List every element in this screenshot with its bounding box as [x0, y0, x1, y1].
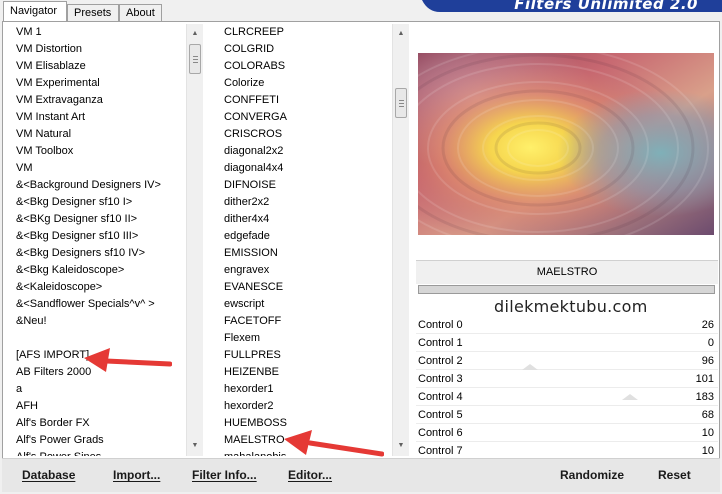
list-item[interactable]: &<Bkg Designer sf10 III>	[10, 228, 186, 245]
list-item[interactable]: VM Experimental	[10, 75, 186, 92]
list-item[interactable]: CRISCROS	[218, 126, 392, 143]
list-item[interactable]: VM Extravaganza	[10, 92, 186, 109]
randomize-button[interactable]: Randomize	[560, 465, 624, 485]
category-scrollbar[interactable]: ▲ ▼	[186, 24, 203, 456]
list-item[interactable]: EVANESCE	[218, 279, 392, 296]
list-item[interactable]: COLGRID	[218, 41, 392, 58]
reset-button[interactable]: Reset	[658, 465, 691, 485]
control-row[interactable]: Control 0 26	[416, 316, 718, 334]
scroll-down-arrow-icon[interactable]: ▼	[187, 438, 203, 454]
red-arrow-annotation	[284, 430, 384, 457]
control-slider-markers	[522, 364, 638, 400]
list-item[interactable]: AFH	[10, 398, 186, 415]
list-item[interactable]: VM Distortion	[10, 41, 186, 58]
list-item[interactable]: Colorize	[218, 75, 392, 92]
selected-filter-name: MAELSTRO	[416, 260, 718, 284]
list-item[interactable]: &<Bkg Designers sf10 IV>	[10, 245, 186, 262]
red-arrow-annotation	[84, 348, 172, 372]
list-item[interactable]: VM Natural	[10, 126, 186, 143]
filter-info-button[interactable]: Filter Info...	[192, 465, 257, 485]
list-item[interactable]: CONVERGA	[218, 109, 392, 126]
list-item[interactable]: VM 1	[10, 24, 186, 41]
list-item[interactable]: &<BKg Designer sf10 II>	[10, 211, 186, 228]
filter-scrollbar[interactable]: ▲ ▼	[392, 24, 409, 456]
editor-button[interactable]: Editor...	[288, 465, 332, 485]
filter-preview-image	[418, 53, 714, 235]
list-item[interactable]: dither2x2	[218, 194, 392, 211]
list-item[interactable]: &<Background Designers IV>	[10, 177, 186, 194]
list-item[interactable]: COLORABS	[218, 58, 392, 75]
tab-presets[interactable]: Presets	[67, 4, 119, 22]
list-item[interactable]: FACETOFF	[218, 313, 392, 330]
list-item[interactable]: VM	[10, 160, 186, 177]
banner-title: Filters Unlimited 2.0	[514, 0, 698, 13]
list-item[interactable]: diagonal4x4	[218, 160, 392, 177]
list-item[interactable]: &Neu!	[10, 313, 186, 330]
list-item[interactable]: &<Bkg Designer sf10 I>	[10, 194, 186, 211]
list-item[interactable]: ewscript	[218, 296, 392, 313]
control-label: Control 0	[418, 319, 463, 331]
list-item[interactable]: FULLPRES	[218, 347, 392, 364]
list-item[interactable]: Alf's Power Sines	[10, 449, 186, 456]
list-item[interactable]: hexorder1	[218, 381, 392, 398]
scroll-down-arrow-icon[interactable]: ▼	[393, 438, 409, 454]
scroll-up-arrow-icon[interactable]: ▲	[187, 26, 203, 42]
list-item[interactable]: a	[10, 381, 186, 398]
list-item[interactable]: diagonal2x2	[218, 143, 392, 160]
list-item[interactable]: HEIZENBE	[218, 364, 392, 381]
list-item[interactable]: &<Sandflower Specials^v^ >	[10, 296, 186, 313]
list-item[interactable]: dither4x4	[218, 211, 392, 228]
list-item[interactable]: DIFNOISE	[218, 177, 392, 194]
list-item[interactable]: edgefade	[218, 228, 392, 245]
watermark-text: dilekmektubu.com	[494, 297, 648, 316]
list-item[interactable]: EMISSION	[218, 245, 392, 262]
database-button[interactable]: Database	[22, 465, 75, 485]
list-item[interactable]: VM Elisablaze	[10, 58, 186, 75]
scrollbar-thumb[interactable]	[189, 44, 201, 74]
scrollbar-thumb[interactable]	[395, 88, 407, 118]
bottom-button-bar: Database Import... Filter Info... Editor…	[2, 458, 720, 492]
scroll-up-arrow-icon[interactable]: ▲	[393, 26, 409, 42]
tab-navigator[interactable]: Navigator	[3, 1, 67, 22]
progress-bar	[418, 285, 715, 294]
list-item[interactable]: Flexem	[218, 330, 392, 347]
list-item[interactable]: &<Bkg Kaleidoscope>	[10, 262, 186, 279]
list-item[interactable]: Alf's Border FX	[10, 415, 186, 432]
list-item[interactable]: hexorder2	[218, 398, 392, 415]
list-item[interactable]: &<Kaleidoscope>	[10, 279, 186, 296]
list-item[interactable]: Alf's Power Grads	[10, 432, 186, 449]
list-item[interactable]: VM Toolbox	[10, 143, 186, 160]
list-item[interactable]: CONFFETI	[218, 92, 392, 109]
tab-bar: Navigator Presets About Filters Unlimite…	[0, 0, 722, 22]
list-item[interactable]: VM Instant Art	[10, 109, 186, 126]
category-list[interactable]: VM 1 VM Distortion VM Elisablaze VM Experim…	[10, 24, 186, 456]
list-item[interactable]: engravex	[218, 262, 392, 279]
import-button[interactable]: Import...	[113, 465, 160, 485]
tab-about[interactable]: About	[119, 4, 162, 22]
filter-list[interactable]: CLRCREEP COLGRID COLORABS Colorize CONFFETI C…	[218, 24, 392, 456]
control-value[interactable]: 26	[702, 316, 714, 334]
list-item[interactable]: CLRCREEP	[218, 24, 392, 41]
